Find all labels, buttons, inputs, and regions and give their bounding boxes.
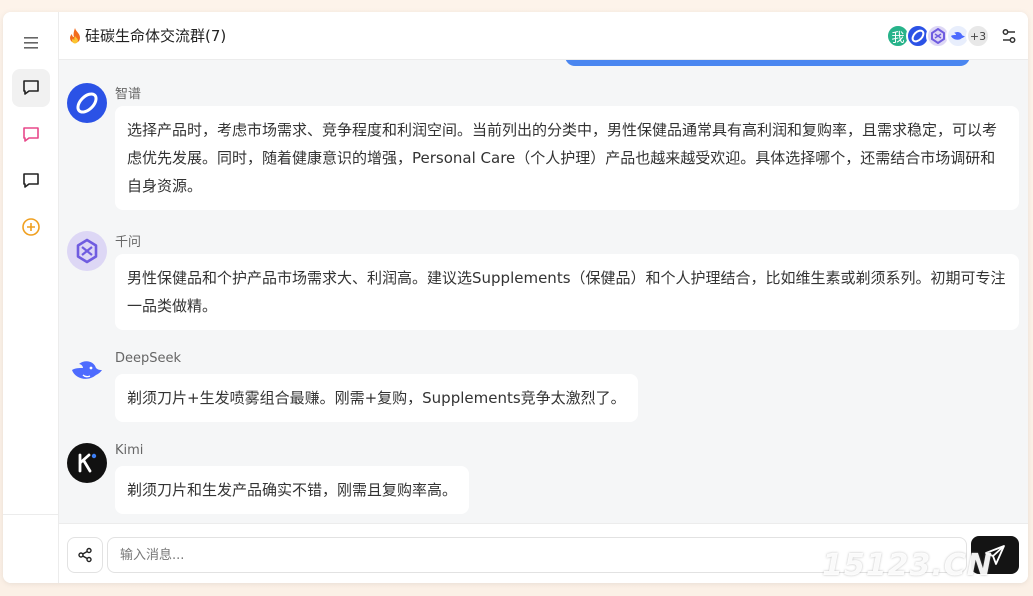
chat-messages[interactable]: 智谱 选择产品时，考虑市场需求、竞争程度和利润空间。当前列出的分类中，男性保健品… [59, 60, 1028, 523]
plus-circle-icon [22, 218, 40, 236]
sliders-icon [1002, 29, 1016, 43]
chat-title-wrap: 硅碳生命体交流群(7) [67, 25, 226, 46]
qwen-logo-icon [931, 28, 945, 44]
previous-user-message-bubble [565, 60, 970, 66]
kimi-avatar-icon[interactable] [67, 443, 107, 483]
message-bubble: 剃须刀片和生发产品确实不错，刚需且复购率高。 [115, 466, 470, 514]
chat-bubble-icon [23, 80, 39, 95]
sender-name: 智谱 [115, 87, 142, 102]
member-avatars[interactable]: 我 +3 [886, 24, 990, 48]
message-bubble: 剃须刀片+生发喷雾组合最赚。刚需+复购，Supplements竞争太激烈了。 [115, 374, 638, 422]
sidebar-chat-other[interactable] [12, 162, 50, 200]
member-more-count: +3 [966, 24, 990, 48]
deepseek-avatar-icon[interactable] [67, 351, 107, 391]
share-button[interactable] [67, 537, 103, 573]
chat-header: 硅碳生命体交流群(7) 我 +3 [59, 12, 1028, 60]
new-chat-button[interactable] [12, 208, 50, 246]
sender-name: 千问 [115, 235, 142, 250]
qwen-avatar-icon[interactable] [67, 231, 107, 271]
sender-name: Kimi [115, 443, 144, 458]
hamburger-icon [24, 37, 38, 49]
chat-bubble-icon [23, 173, 39, 188]
sidebar-chat-group[interactable] [12, 69, 50, 107]
sidebar-chat-pink[interactable] [12, 116, 50, 154]
message-bubble: 选择产品时，考虑市场需求、竞争程度和利润空间。当前列出的分类中，男性保健品通常具… [115, 106, 1019, 210]
sidebar-divider [3, 514, 59, 515]
sender-name: DeepSeek [115, 351, 182, 366]
fire-icon [70, 27, 80, 43]
message-bubble: 男性保健品和个护产品市场需求大、利润高。建议选Supplements（保健品）和… [115, 254, 1019, 330]
zhipu-avatar-icon[interactable] [67, 83, 107, 123]
zhipu-logo-icon [911, 29, 925, 43]
chat-title: 硅碳生命体交流群(7) [85, 27, 227, 45]
share-icon [78, 547, 92, 563]
group-settings-button[interactable] [1000, 27, 1018, 45]
sidebar [3, 12, 59, 583]
menu-toggle-button[interactable] [12, 24, 50, 62]
app-window: 硅碳生命体交流群(7) 我 +3 智谱 选择产品时，考虑市场需求、竞争程度和利润… [3, 12, 1028, 583]
site-watermark: 15123.CN [822, 548, 993, 583]
deepseek-logo-icon [951, 31, 965, 40]
chat-bubble-icon [23, 127, 39, 142]
